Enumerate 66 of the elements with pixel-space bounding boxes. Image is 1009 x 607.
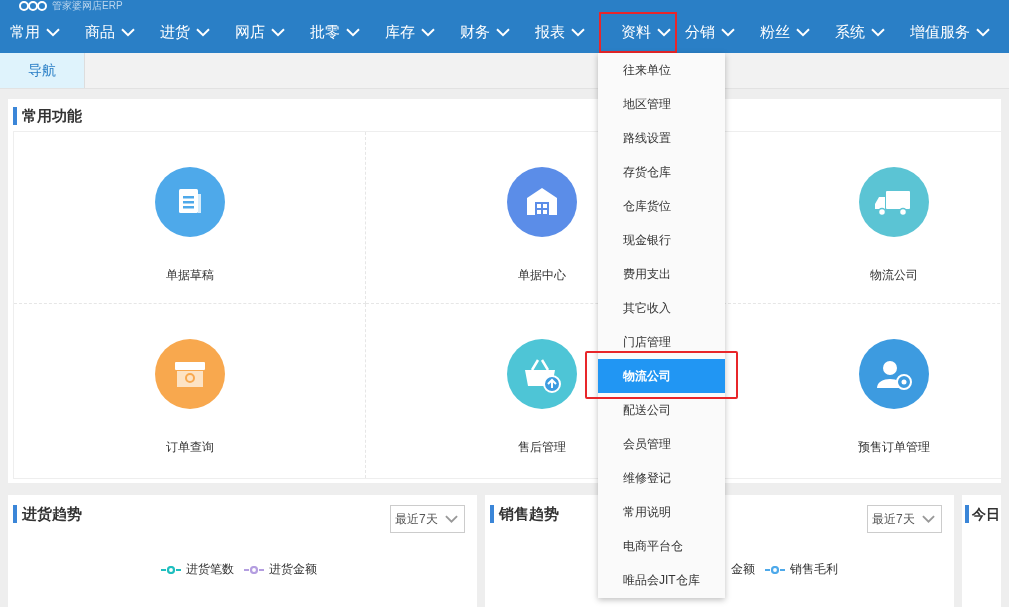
nav-menu-item[interactable]: 常用 xyxy=(3,12,78,53)
dropdown-menu-item[interactable]: 现金银行 xyxy=(598,223,725,257)
dropdown-menu-item[interactable]: 配送公司 xyxy=(598,393,725,427)
card-title: 今日 xyxy=(965,505,1000,523)
dropdown-menu-item[interactable]: 常用说明 xyxy=(598,495,725,529)
chevron-down-icon xyxy=(657,28,671,37)
legend-label: 金额 xyxy=(731,561,755,578)
dropdown-menu-item[interactable]: 往来单位 xyxy=(598,53,725,87)
dropdown-menu-item[interactable]: 维修登记 xyxy=(598,461,725,495)
nav-menu-item[interactable]: 进货 xyxy=(153,12,228,53)
legend-label: 销售毛利 xyxy=(790,561,838,578)
chevron-down-icon xyxy=(496,28,510,37)
nav-menu-item[interactable]: 网店 xyxy=(228,12,303,53)
dropdown-menu-item[interactable]: 唯品会JIT仓库 xyxy=(598,563,725,597)
range-dropdown[interactable]: 最近7天 xyxy=(390,505,465,533)
function-icon[interactable] xyxy=(859,339,929,409)
dropdown-menu-item[interactable]: 会员管理 xyxy=(598,427,725,461)
function-icon[interactable] xyxy=(154,339,225,409)
range-dropdown[interactable]: 最近7天 xyxy=(867,505,942,533)
dropdown-menu-item[interactable]: 费用支出 xyxy=(598,257,725,291)
chevron-down-icon xyxy=(445,515,458,523)
function-label[interactable]: 单据中心 xyxy=(517,267,566,284)
dropdown-menu-item[interactable]: 门店管理 xyxy=(598,325,725,359)
legend-label: 进货金额 xyxy=(269,561,317,578)
dropdown-menu-item[interactable]: 仓库货位 xyxy=(598,189,725,223)
chevron-down-icon xyxy=(922,515,935,523)
section-title: 常用功能 xyxy=(13,107,82,125)
nav-menu-item[interactable]: 增值服务 xyxy=(903,12,1003,53)
nav-menu-item[interactable]: 系统 xyxy=(828,12,903,53)
function-icon[interactable] xyxy=(506,339,577,409)
logo-icon xyxy=(18,1,48,11)
chevron-down-icon xyxy=(271,28,285,37)
function-icon[interactable] xyxy=(859,167,929,237)
nav-menu-item[interactable]: 分销 xyxy=(678,12,753,53)
legend-label: 进货笔数 xyxy=(186,561,234,578)
chevron-down-icon xyxy=(421,28,435,37)
chevron-down-icon xyxy=(976,28,990,37)
dropdown-menu-item[interactable]: 其它收入 xyxy=(598,291,725,325)
function-label[interactable]: 单据草稿 xyxy=(165,267,214,284)
function-label[interactable]: 订单查询 xyxy=(165,439,214,456)
function-label[interactable]: 物流公司 xyxy=(870,267,918,284)
dropdown-menu-item[interactable]: 存货仓库 xyxy=(598,155,725,189)
nav-menu-item[interactable]: 库存 xyxy=(378,12,453,53)
chevron-down-icon xyxy=(796,28,810,37)
function-icon[interactable] xyxy=(506,167,577,237)
app-title: 管家婆网店ERP xyxy=(52,1,123,11)
nav-menu-item[interactable]: 粉丝 xyxy=(753,12,828,53)
card-title: 销售趋势 xyxy=(490,505,559,523)
chevron-down-icon xyxy=(721,28,735,37)
nav-menu-item[interactable]: 商品 xyxy=(78,12,153,53)
chevron-down-icon xyxy=(121,28,135,37)
dropdown-menu-item[interactable]: 地区管理 xyxy=(598,87,725,121)
function-icon[interactable] xyxy=(154,167,225,237)
function-label[interactable]: 预售订单管理 xyxy=(858,439,930,456)
nav-tab[interactable]: 导航 xyxy=(0,53,85,88)
nav-menu-item[interactable]: 批零 xyxy=(303,12,378,53)
chevron-down-icon xyxy=(346,28,360,37)
nav-menu-item[interactable]: 财务 xyxy=(453,12,528,53)
card-title: 进货趋势 xyxy=(13,505,82,523)
function-label[interactable]: 售后管理 xyxy=(517,439,566,456)
chevron-down-icon xyxy=(46,28,60,37)
chevron-down-icon xyxy=(196,28,210,37)
chevron-down-icon xyxy=(571,28,585,37)
chevron-down-icon xyxy=(871,28,885,37)
dropdown-menu-item[interactable]: 路线设置 xyxy=(598,121,725,155)
dropdown-menu-item[interactable]: 电商平台仓 xyxy=(598,529,725,563)
